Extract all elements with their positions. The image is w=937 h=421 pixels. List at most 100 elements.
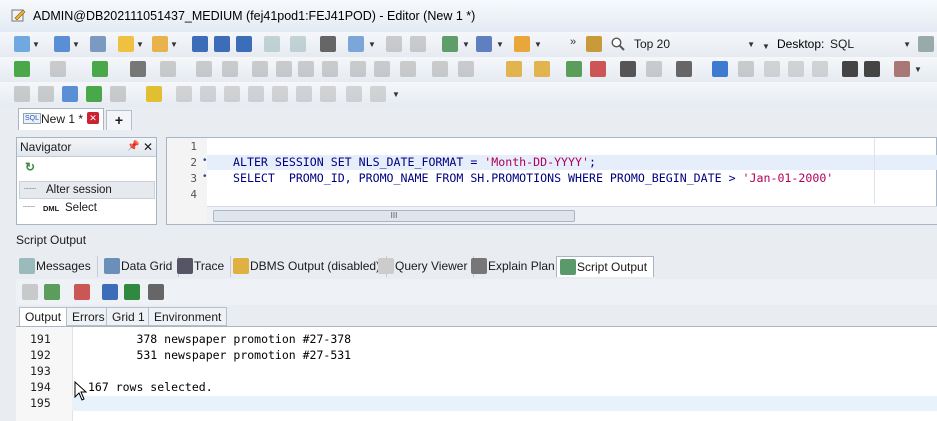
stop-icon[interactable] <box>50 61 66 77</box>
step-down-icon[interactable] <box>298 61 314 77</box>
dba-icon[interactable] <box>442 36 458 52</box>
clear-icon[interactable] <box>590 61 606 77</box>
run-check-icon[interactable] <box>44 284 60 300</box>
tools3-icon[interactable] <box>400 61 416 77</box>
copy-icon[interactable] <box>506 61 522 77</box>
lowercase-icon[interactable] <box>788 61 804 77</box>
rollback-icon[interactable] <box>410 36 426 52</box>
chevron-down-icon[interactable]: ▼ <box>170 40 178 49</box>
tool-f-icon[interactable] <box>146 86 162 102</box>
subtab-environment[interactable]: Environment <box>148 307 228 326</box>
indent-icon[interactable] <box>842 61 858 77</box>
new-tab-button[interactable]: + <box>106 110 132 130</box>
undo-icon[interactable] <box>264 36 280 52</box>
tools-icon[interactable] <box>350 61 366 77</box>
initcap-icon[interactable] <box>812 61 828 77</box>
redo-arrow-icon[interactable] <box>738 61 754 77</box>
desktop-select[interactable]: SQL ▼ <box>826 35 914 53</box>
subtab-output[interactable]: Output <box>19 307 68 326</box>
output-pane[interactable]: 191 192 193 194 195 378 newspaper promot… <box>16 326 937 421</box>
tab-explain-plan[interactable]: Explain Plan <box>468 256 562 277</box>
undo-arrow-icon[interactable] <box>712 61 728 77</box>
chevron-down-icon[interactable]: ▼ <box>762 42 770 51</box>
resume-icon[interactable] <box>322 61 338 77</box>
chevron-down-icon[interactable]: ▼ <box>392 90 400 99</box>
redo-icon[interactable] <box>290 36 306 52</box>
bookmark-icon[interactable] <box>432 61 448 77</box>
row-limit-select[interactable]: Top 20 ▼ <box>630 35 758 53</box>
step-icon[interactable] <box>252 61 268 77</box>
open-recent-icon[interactable] <box>152 36 168 52</box>
run-script-icon[interactable] <box>92 61 108 77</box>
print-output-icon[interactable] <box>148 284 164 300</box>
save-icon[interactable] <box>192 36 208 52</box>
scroll-thumb[interactable]: III <box>213 210 575 222</box>
subtab-grid-1[interactable]: Grid 1 <box>106 307 151 326</box>
tool-c-icon[interactable] <box>62 86 78 102</box>
explain-icon[interactable] <box>160 61 176 77</box>
format-icon[interactable] <box>130 61 146 77</box>
pin-output-icon[interactable] <box>22 284 38 300</box>
tool-h-icon[interactable] <box>200 86 216 102</box>
open-folder-icon[interactable] <box>118 36 134 52</box>
connection-icon[interactable] <box>14 36 30 52</box>
step-up-icon[interactable] <box>276 61 292 77</box>
replace-icon[interactable] <box>676 61 692 77</box>
save-output-icon[interactable] <box>102 284 118 300</box>
tool-e-icon[interactable] <box>110 86 126 102</box>
history-icon[interactable] <box>586 36 602 52</box>
tool-n-icon[interactable] <box>346 86 362 102</box>
horizontal-scrollbar[interactable]: III <box>207 206 937 224</box>
reports-icon[interactable] <box>476 36 492 52</box>
find-icon[interactable] <box>620 61 636 77</box>
paste-icon[interactable] <box>534 61 550 77</box>
commit-icon[interactable] <box>386 36 402 52</box>
tool-m-icon[interactable] <box>320 86 336 102</box>
sql-editor[interactable]: 1 2 3 4 • • ALTER SESSION SET NLS_DATE_F… <box>166 137 937 225</box>
tab-trace[interactable]: Trace <box>174 256 232 277</box>
chevron-down-icon[interactable]: ▼ <box>72 40 80 49</box>
tab-query-viewer[interactable]: Query Viewer <box>375 256 475 277</box>
tool-k-icon[interactable] <box>272 86 288 102</box>
tab-data-grid[interactable]: Data Grid <box>101 256 180 277</box>
check-icon[interactable] <box>566 61 582 77</box>
close-icon[interactable]: ✕ <box>143 138 153 156</box>
sql-tuning-icon[interactable] <box>348 36 364 52</box>
tool-g-icon[interactable] <box>176 86 192 102</box>
tab-dbms-output[interactable]: DBMS Output (disabled) <box>230 256 388 277</box>
bookmark2-icon[interactable] <box>458 61 474 77</box>
tools2-icon[interactable] <box>374 61 390 77</box>
tab-script-output[interactable]: Script Output <box>556 256 655 277</box>
chevron-down-icon[interactable]: ▼ <box>368 40 376 49</box>
debug-icon[interactable] <box>196 61 212 77</box>
tool-b-icon[interactable] <box>38 86 54 102</box>
tool-a-icon[interactable] <box>14 86 30 102</box>
refresh-icon[interactable]: ↻ <box>25 160 35 174</box>
pin-icon[interactable]: 📌 <box>127 138 139 156</box>
comment-icon[interactable] <box>894 61 910 77</box>
unindent-icon[interactable] <box>864 61 880 77</box>
save-all-icon[interactable] <box>236 36 252 52</box>
chevron-down-icon[interactable]: ▼ <box>462 40 470 49</box>
chevron-down-icon[interactable]: ▼ <box>32 40 40 49</box>
snippets-icon[interactable] <box>514 36 530 52</box>
chevron-down-icon[interactable]: ▼ <box>496 40 504 49</box>
chevron-down-icon[interactable]: ▼ <box>136 40 144 49</box>
tool-i-icon[interactable] <box>224 86 240 102</box>
subtab-errors[interactable]: Errors <box>66 307 111 326</box>
find-next-icon[interactable] <box>646 61 662 77</box>
tool-o-icon[interactable] <box>370 86 386 102</box>
uppercase-icon[interactable] <box>764 61 780 77</box>
tool-l-icon[interactable] <box>296 86 312 102</box>
run-statement-icon[interactable] <box>14 61 30 77</box>
desktop-settings-icon[interactable] <box>918 36 934 52</box>
variables-icon[interactable] <box>222 61 238 77</box>
save-as-icon[interactable] <box>214 36 230 52</box>
chevron-down-icon[interactable]: ▼ <box>914 65 922 74</box>
sql-worksheet-icon[interactable] <box>54 36 70 52</box>
tool-j-icon[interactable] <box>248 86 264 102</box>
clear-output-icon[interactable] <box>74 284 90 300</box>
tab-messages[interactable]: Messages <box>16 256 98 277</box>
navigator-item[interactable]: ┈┈ Alter session <box>19 181 155 199</box>
overflow-icon[interactable]: » <box>570 36 576 48</box>
